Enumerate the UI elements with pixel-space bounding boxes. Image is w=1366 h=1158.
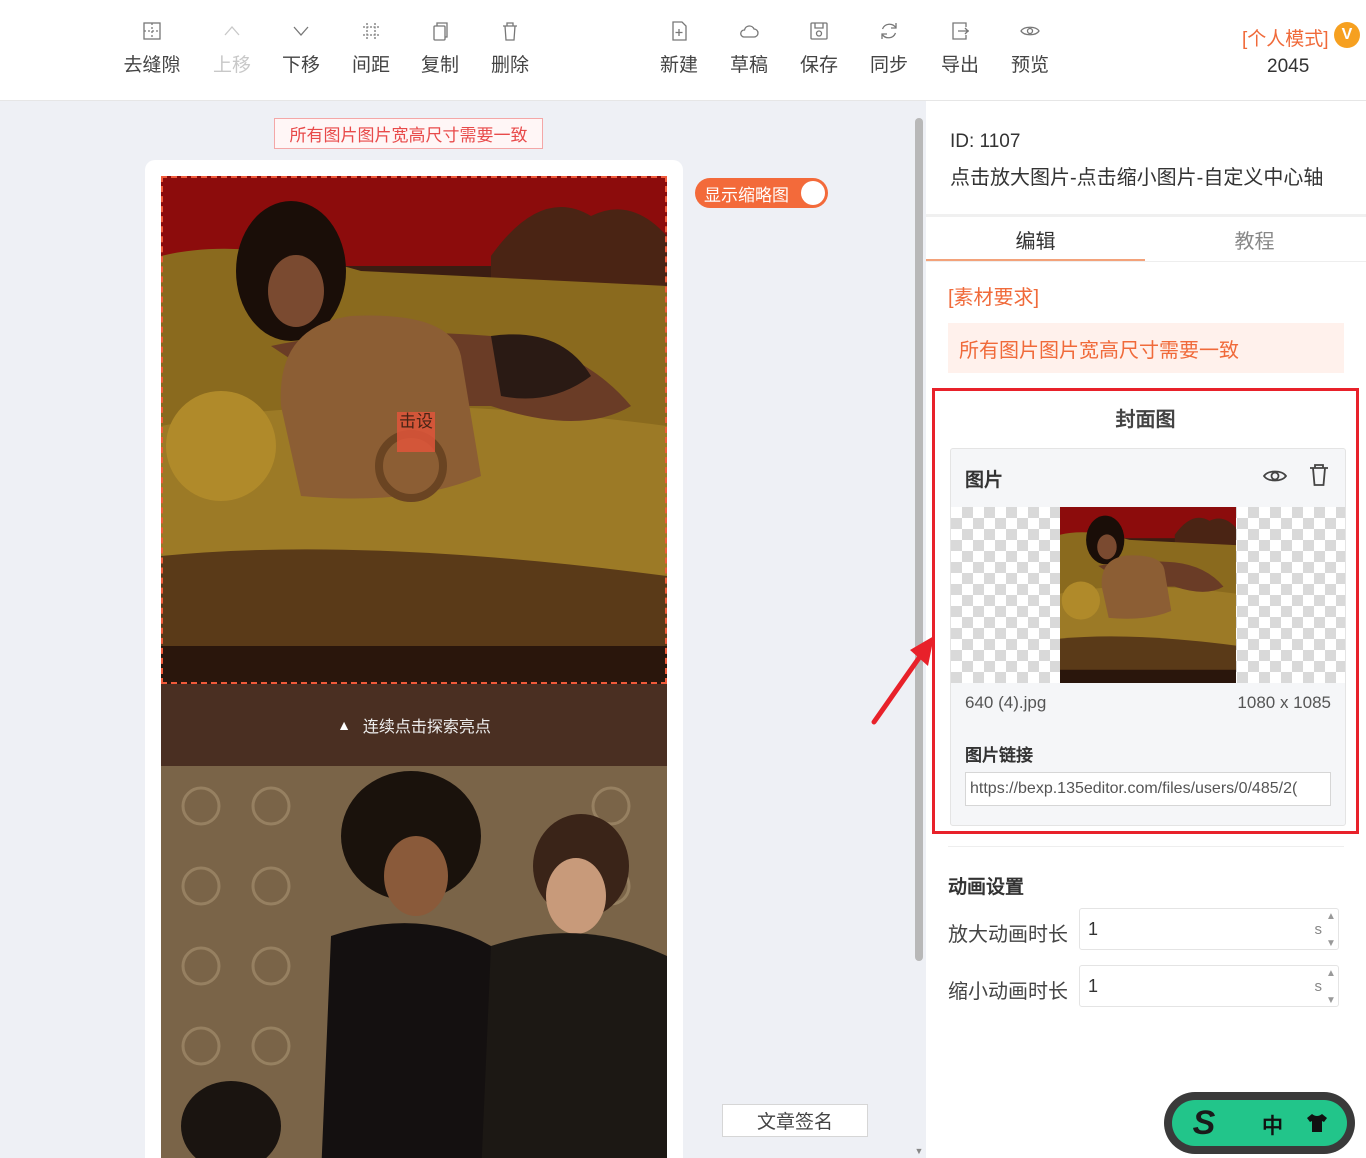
canvas-tip: 所有图片图片宽高尺寸需要一致 bbox=[274, 118, 543, 149]
widget-body: S 中 bbox=[1172, 1100, 1347, 1146]
copy-button[interactable]: 复制 bbox=[405, 20, 475, 82]
zoom-in-duration-row: 放大动画时长 s ▲▼ bbox=[948, 908, 1348, 950]
move-down-button[interactable]: 下移 bbox=[266, 20, 336, 82]
mode-count: 2045 bbox=[1267, 56, 1310, 77]
sogou-logo-icon: S bbox=[1192, 1103, 1216, 1142]
image-label: 图片 bbox=[965, 470, 1004, 491]
sync-icon bbox=[881, 23, 897, 39]
trash-icon bbox=[503, 22, 517, 41]
delete-button[interactable]: 删除 bbox=[475, 20, 545, 82]
stepper-up-icon[interactable]: ▲ bbox=[1326, 968, 1336, 979]
tab-tutorial[interactable]: 教程 bbox=[1145, 225, 1364, 261]
click-hint-label[interactable]: 击设 bbox=[397, 412, 435, 452]
scroll-down-arrow-icon[interactable]: ▼ bbox=[914, 1146, 924, 1156]
preview-canvas: 击设 ▲ 连续点击探索亮点 bbox=[145, 160, 683, 1158]
spacing-button[interactable]: 间距 bbox=[336, 20, 406, 82]
zoom-out-field[interactable]: s ▲▼ bbox=[1079, 965, 1339, 1007]
stepper-down-icon[interactable]: ▼ bbox=[1326, 995, 1336, 1006]
cover-title: 封面图 bbox=[1115, 409, 1176, 431]
shirt-icon[interactable] bbox=[1306, 1113, 1328, 1133]
floppy-icon bbox=[810, 22, 828, 40]
explore-band[interactable]: ▲ 连续点击探索亮点 bbox=[161, 684, 667, 766]
couple-photo-image bbox=[161, 766, 667, 1158]
tab-underline bbox=[926, 261, 1366, 262]
stepper-down-icon[interactable]: ▼ bbox=[1326, 938, 1336, 949]
save-button[interactable]: 保存 bbox=[784, 20, 854, 82]
sync-button[interactable]: 同步 bbox=[854, 20, 924, 82]
scrollbar-thumb[interactable] bbox=[915, 118, 923, 961]
vip-badge-icon: V bbox=[1334, 22, 1360, 48]
image-link-input[interactable] bbox=[965, 772, 1331, 806]
requirement-text: 所有图片图片宽高尺寸需要一致 bbox=[948, 323, 1344, 373]
zoom-in-field[interactable]: s ▲▼ bbox=[1079, 908, 1339, 950]
link-label: 图片链接 bbox=[965, 746, 1033, 765]
thumbnail-toggle[interactable]: 显示缩略图 bbox=[695, 178, 828, 208]
floating-input-widget[interactable]: S 中 bbox=[1164, 1092, 1355, 1154]
stepper-up-icon[interactable]: ▲ bbox=[1326, 911, 1336, 922]
move-up-button[interactable]: 上移 bbox=[197, 20, 267, 82]
explore-text: 连续点击探索亮点 bbox=[362, 719, 491, 736]
template-name: 点击放大图片-点击缩小图片-自定义中心轴 bbox=[950, 167, 1324, 189]
zoom-in-label: 放大动画时长 bbox=[948, 924, 1068, 946]
number-stepper[interactable]: ▲ ▼ bbox=[1324, 966, 1338, 1008]
divider bbox=[926, 214, 1366, 217]
export-button[interactable]: 导出 bbox=[925, 20, 995, 82]
export-icon bbox=[952, 22, 969, 40]
grid-square-icon bbox=[143, 22, 161, 40]
image-card: 图片 640 (4).jpg 1080 x 1085 图片链接 https://… bbox=[950, 448, 1346, 826]
zoom-out-label: 缩小动画时长 bbox=[948, 981, 1068, 1003]
thumbnail-toggle-label: 显示缩略图 bbox=[704, 185, 789, 205]
unit-label: s bbox=[1314, 978, 1323, 995]
mode-label[interactable]: [个人模式] bbox=[1242, 24, 1329, 51]
cover-thumbnail[interactable] bbox=[1060, 507, 1236, 683]
zoom-out-duration-row: 缩小动画时长 s ▲▼ bbox=[948, 965, 1348, 1007]
chevron-down-icon bbox=[293, 26, 309, 36]
canvas-scrollbar[interactable]: ▼ bbox=[914, 118, 924, 1158]
trash-icon[interactable] bbox=[1306, 462, 1332, 488]
cover-section: 封面图 图片 640 (4).jpg 1080 x 1085 图片链接 http… bbox=[932, 388, 1359, 834]
preview-button[interactable]: 预览 bbox=[995, 20, 1065, 82]
animation-title: 动画设置 bbox=[948, 877, 1025, 898]
spacing-grid-icon bbox=[363, 23, 379, 39]
settings-panel: ID: 1107 点击放大图片-点击缩小图片-自定义中心轴 编辑 教程 [素材要… bbox=[926, 101, 1366, 1158]
language-indicator[interactable]: 中 bbox=[1262, 1110, 1283, 1140]
template-id: ID: 1107 bbox=[950, 131, 1021, 152]
cloud-icon bbox=[740, 25, 759, 38]
zoom-in-input[interactable] bbox=[1088, 919, 1288, 940]
eye-icon[interactable] bbox=[1262, 463, 1288, 489]
unit-label: s bbox=[1314, 921, 1323, 938]
divider bbox=[948, 846, 1344, 847]
image-dimensions: 1080 x 1085 bbox=[1237, 693, 1331, 712]
signature-button[interactable]: 文章签名 bbox=[722, 1104, 868, 1137]
file-name: 640 (4).jpg bbox=[965, 693, 1047, 712]
new-file-icon bbox=[672, 21, 687, 41]
second-photo[interactable] bbox=[161, 766, 667, 1158]
tab-edit[interactable]: 编辑 bbox=[926, 225, 1145, 261]
eye-icon bbox=[1020, 26, 1040, 36]
chevron-up-icon bbox=[224, 26, 240, 36]
triangle-up-icon: ▲ bbox=[337, 717, 351, 733]
new-button[interactable]: 新建 bbox=[644, 20, 714, 82]
draft-button[interactable]: 草稿 bbox=[714, 20, 784, 82]
cover-thumbnail-image bbox=[1060, 507, 1236, 683]
user-mode[interactable]: [个人模式] V 2045 bbox=[1230, 22, 1365, 82]
remove-gap-button[interactable]: 去缝隙 bbox=[117, 20, 187, 82]
zoom-out-input[interactable] bbox=[1088, 976, 1288, 997]
copy-icon bbox=[433, 22, 448, 41]
number-stepper[interactable]: ▲ ▼ bbox=[1324, 909, 1338, 951]
toggle-knob bbox=[801, 181, 825, 205]
top-toolbar: 去缝隙 上移 下移 间距 复制 删除 新建 草稿 保存 同步 导出 预览 [个人… bbox=[0, 0, 1366, 101]
requirement-title: [素材要求] bbox=[948, 287, 1040, 309]
